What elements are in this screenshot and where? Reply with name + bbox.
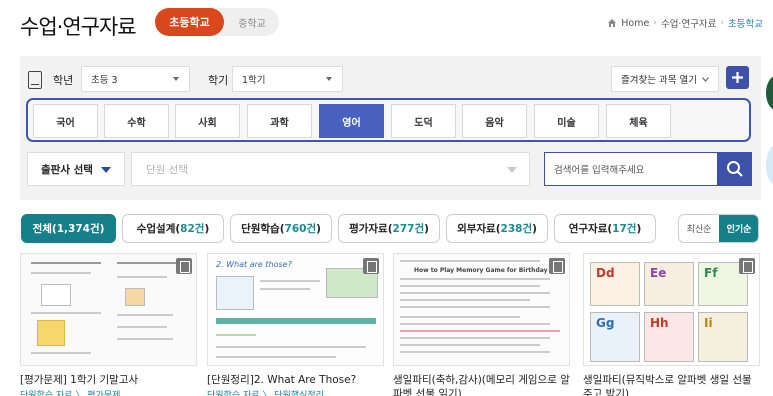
breadcrumb-section[interactable]: 수업·연구자료 xyxy=(661,16,716,30)
card-thumbnail: How to Play Memory Game for Birthday xyxy=(393,253,570,366)
tab-label: 외부자료 xyxy=(457,223,496,235)
tab-all[interactable]: 전체(1,374 건) xyxy=(21,214,116,243)
book-icon xyxy=(28,71,42,89)
unit-placeholder: 단원 선택 xyxy=(146,163,188,176)
subject-music[interactable]: 음악 xyxy=(462,104,527,138)
thumb-heading: 2. What are those? xyxy=(216,260,292,269)
search-icon xyxy=(727,161,743,177)
image-icon xyxy=(363,258,379,274)
card-category[interactable]: 단원학습 자료 〉 평가문제 xyxy=(20,388,120,396)
caret-down-icon xyxy=(101,167,111,173)
favorite-subjects-label: 즐겨찾는 과목 열기 xyxy=(621,75,697,86)
subject-tabs: 국어 수학 사회 과학 영어 도덕 음악 미술 체육 xyxy=(26,98,751,142)
thumb-heading: How to Play Memory Game for Birthday xyxy=(414,267,548,274)
tab-lesson-design[interactable]: 수업설계(82 건) xyxy=(122,214,224,243)
tab-count: 1,374 xyxy=(56,222,90,235)
card-title[interactable]: 생일파티(축하,감사)(메모리 게임으로 알파벳 선물 읽기) xyxy=(393,373,570,396)
card-category[interactable]: 단원학습 자료 〉 단원핵심정리 xyxy=(207,388,324,396)
tab-count: 238 xyxy=(500,222,523,235)
chevron-right-icon: › xyxy=(720,18,725,28)
search-placeholder: 검색어를 입력해주세요 xyxy=(554,165,645,176)
card-title[interactable]: [평가문제] 1학기 기말고사 xyxy=(20,373,197,387)
document-icon xyxy=(739,258,755,274)
card-thumbnail: 2. What are those? xyxy=(207,253,384,366)
subject-english[interactable]: 영어 xyxy=(319,104,384,138)
term-value: 1학기 xyxy=(242,75,266,86)
unit-select[interactable]: 단원 선택 xyxy=(131,152,530,186)
favorite-subjects-select[interactable]: 즐겨찾는 과목 열기 xyxy=(611,66,719,92)
breadcrumb-current[interactable]: 초등학교 xyxy=(728,16,763,30)
subject-korean[interactable]: 국어 xyxy=(33,104,98,138)
resource-card[interactable]: [평가문제] 1학기 기말고사 단원학습 자료 〉 평가문제 xyxy=(20,253,197,396)
term-label: 학기 xyxy=(208,74,229,87)
search-button[interactable] xyxy=(717,152,752,186)
count-suffix: 건 xyxy=(89,223,100,235)
elementary-school-button[interactable]: 초등학교 xyxy=(155,8,224,36)
card-thumbnail xyxy=(20,253,197,366)
subject-math[interactable]: 수학 xyxy=(104,104,169,138)
sort-popular-button[interactable]: 인기순 xyxy=(719,215,758,242)
tab-label: 전체 xyxy=(32,223,52,235)
home-icon xyxy=(608,19,617,27)
tab-research[interactable]: 연구자료(17 건) xyxy=(554,214,656,243)
tab-count: 17 xyxy=(612,222,627,235)
add-favorite-button[interactable] xyxy=(726,66,749,89)
tab-unit-study[interactable]: 단원학습(760 건) xyxy=(230,214,332,243)
subject-social[interactable]: 사회 xyxy=(175,104,240,138)
card-title[interactable]: 생일파티(뮤직박스로 알파벳 생일 선물 주고 받기) xyxy=(583,373,760,396)
count-suffix: 건 xyxy=(194,223,205,235)
document-icon xyxy=(549,258,565,274)
tab-assessment[interactable]: 평가자료(277 건) xyxy=(338,214,440,243)
page-title: 수업·연구자료 xyxy=(20,15,137,39)
breadcrumb-home[interactable]: Home xyxy=(621,18,649,29)
document-icon xyxy=(176,258,192,274)
breadcrumb: Home › 수업·연구자료 › 초등학교 xyxy=(607,16,763,30)
tab-label: 평가자료 xyxy=(349,223,388,235)
count-suffix: 건 xyxy=(306,223,317,235)
subject-pe[interactable]: 체육 xyxy=(606,104,671,138)
publisher-select[interactable]: 출판사 선택 xyxy=(27,152,125,186)
tab-count: 277 xyxy=(392,222,415,235)
grade-label: 학년 xyxy=(53,74,74,87)
tab-count: 760 xyxy=(284,222,307,235)
tab-label: 연구자료 xyxy=(568,223,608,235)
sort-toggle: 최신순 인기순 xyxy=(678,214,759,243)
card-title[interactable]: [단원정리]2. What Are Those? xyxy=(207,373,384,387)
grade-value: 초등 3 xyxy=(91,75,118,86)
tab-count: 82 xyxy=(180,222,195,235)
tab-label: 수업설계 xyxy=(136,223,176,235)
subject-science[interactable]: 과학 xyxy=(247,104,312,138)
subject-ethics[interactable]: 도덕 xyxy=(391,104,456,138)
middle-school-button[interactable]: 중학교 xyxy=(229,8,275,36)
filter-panel: 학년 초등 3 학기 1학기 즐겨찾는 과목 열기 국어 수학 사회 과학 영어… xyxy=(20,56,761,200)
count-suffix: 건 xyxy=(626,223,637,235)
grade-select[interactable]: 초등 3 xyxy=(81,66,190,92)
tab-label: 단원학습 xyxy=(241,223,280,235)
caret-down-icon xyxy=(173,77,179,81)
plus-icon xyxy=(732,72,743,83)
resource-card[interactable]: Dd Ee Ff Gg Hh Ii 생일파티(뮤직박스로 알파벳 생일 선물 주… xyxy=(583,253,760,396)
card-thumbnail: Dd Ee Ff Gg Hh Ii xyxy=(583,253,760,366)
term-select[interactable]: 1학기 xyxy=(232,66,343,92)
sort-latest-button[interactable]: 최신순 xyxy=(679,215,719,242)
resource-card[interactable]: How to Play Memory Game for Birthday 생일파… xyxy=(393,253,570,396)
side-banner-dark xyxy=(766,76,773,110)
chevron-right-icon: › xyxy=(653,18,657,28)
publisher-label: 출판사 선택 xyxy=(41,163,93,176)
school-level-toggle: 초등학교 중학교 xyxy=(155,8,279,36)
subject-art[interactable]: 미술 xyxy=(534,104,599,138)
caret-down-icon xyxy=(326,77,332,81)
count-suffix: 건 xyxy=(522,223,533,235)
resource-card[interactable]: 2. What are those? [단원정리]2. What Are Tho… xyxy=(207,253,384,396)
side-banner-light xyxy=(766,145,773,185)
tab-external[interactable]: 외부자료(238 건) xyxy=(446,214,548,243)
count-suffix: 건 xyxy=(414,223,425,235)
chevron-down-icon xyxy=(702,76,709,82)
caret-down-icon xyxy=(507,167,517,173)
